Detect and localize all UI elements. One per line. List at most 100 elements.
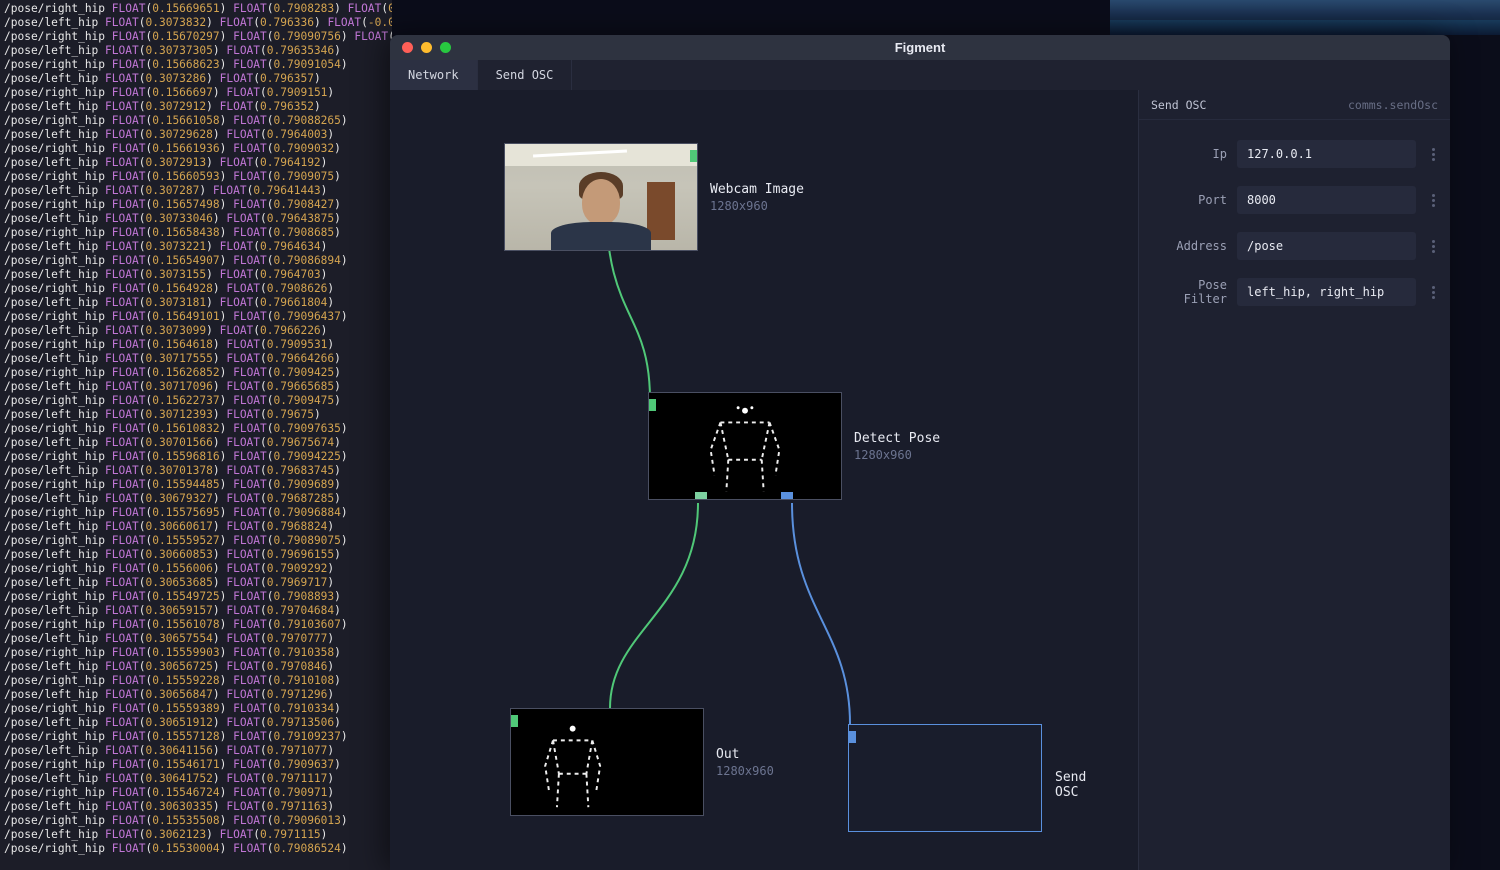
node-dimensions: 1280x960	[716, 764, 774, 778]
tab-network[interactable]: Network	[390, 60, 478, 90]
input-port-icon[interactable]	[648, 399, 656, 411]
log-line: /pose/left_hip FLOAT(0.30653685) FLOAT(0…	[4, 576, 388, 590]
background-wallpaper-fragment	[1110, 0, 1500, 35]
log-line: /pose/right_hip FLOAT(0.15670297) FLOAT(…	[4, 30, 388, 44]
log-line: /pose/left_hip FLOAT(0.30733046) FLOAT(0…	[4, 212, 388, 226]
ip-field[interactable]	[1237, 140, 1416, 168]
log-line: /pose/left_hip FLOAT(0.30701378) FLOAT(0…	[4, 464, 388, 478]
log-line: /pose/right_hip FLOAT(0.15661936) FLOAT(…	[4, 142, 388, 156]
tab-send-osc[interactable]: Send OSC	[478, 60, 573, 90]
node-title: Detect Pose	[854, 431, 940, 446]
log-line: /pose/right_hip FLOAT(0.15557128) FLOAT(…	[4, 730, 388, 744]
log-line: /pose/right_hip FLOAT(0.15661058) FLOAT(…	[4, 114, 388, 128]
log-line: /pose/left_hip FLOAT(0.30660853) FLOAT(0…	[4, 548, 388, 562]
log-line: /pose/right_hip FLOAT(0.15559228) FLOAT(…	[4, 674, 388, 688]
log-line: /pose/left_hip FLOAT(0.30641752) FLOAT(0…	[4, 772, 388, 786]
log-line: /pose/left_hip FLOAT(0.307287) FLOAT(0.7…	[4, 184, 388, 198]
output-port-icon[interactable]	[690, 150, 698, 162]
prop-pose-filter: Pose Filter	[1149, 278, 1440, 306]
log-line: /pose/right_hip FLOAT(0.15535508) FLOAT(…	[4, 814, 388, 828]
inspector-sidebar: Send OSC comms.sendOsc Ip Port Address	[1138, 90, 1450, 870]
log-line: /pose/left_hip FLOAT(0.3073155) FLOAT(0.…	[4, 268, 388, 282]
log-line: /pose/right_hip FLOAT(0.1566697) FLOAT(0…	[4, 86, 388, 100]
log-line: /pose/right_hip FLOAT(0.15559527) FLOAT(…	[4, 534, 388, 548]
titlebar: Figment	[390, 35, 1450, 60]
more-icon[interactable]	[1426, 148, 1440, 161]
prop-port: Port	[1149, 186, 1440, 214]
prop-ip: Ip	[1149, 140, 1440, 168]
tab-bar: Network Send OSC	[390, 60, 1450, 90]
prop-address: Address	[1149, 232, 1440, 260]
log-line: /pose/right_hip FLOAT(0.15669651) FLOAT(…	[4, 2, 388, 16]
log-line: /pose/left_hip FLOAT(0.3073832) FLOAT(0.…	[4, 16, 388, 30]
log-line: /pose/left_hip FLOAT(0.3062123) FLOAT(0.…	[4, 828, 388, 842]
log-line: /pose/left_hip FLOAT(0.3073221) FLOAT(0.…	[4, 240, 388, 254]
node-detect-pose[interactable]: Detect Pose 1280x960	[648, 392, 940, 500]
log-line: /pose/right_hip FLOAT(0.15596816) FLOAT(…	[4, 450, 388, 464]
node-title: Send OSC	[1055, 770, 1086, 800]
pose-filter-field[interactable]	[1237, 278, 1416, 306]
node-dimensions: 1280x960	[710, 199, 804, 213]
log-line: /pose/left_hip FLOAT(0.30651912) FLOAT(0…	[4, 716, 388, 730]
log-line: /pose/left_hip FLOAT(0.30717096) FLOAT(0…	[4, 380, 388, 394]
log-line: /pose/right_hip FLOAT(0.15546171) FLOAT(…	[4, 758, 388, 772]
log-line: /pose/right_hip FLOAT(0.15559389) FLOAT(…	[4, 702, 388, 716]
log-line: /pose/right_hip FLOAT(0.1556006) FLOAT(0…	[4, 562, 388, 576]
log-line: /pose/left_hip FLOAT(0.30712393) FLOAT(0…	[4, 408, 388, 422]
log-line: /pose/left_hip FLOAT(0.30737305) FLOAT(0…	[4, 44, 388, 58]
log-line: /pose/left_hip FLOAT(0.3073099) FLOAT(0.…	[4, 324, 388, 338]
log-line: /pose/left_hip FLOAT(0.30657554) FLOAT(0…	[4, 632, 388, 646]
log-line: /pose/right_hip FLOAT(0.15559903) FLOAT(…	[4, 646, 388, 660]
log-line: /pose/left_hip FLOAT(0.30701566) FLOAT(0…	[4, 436, 388, 450]
input-port-icon[interactable]	[848, 731, 856, 743]
address-field[interactable]	[1237, 232, 1416, 260]
log-line: /pose/left_hip FLOAT(0.3073286) FLOAT(0.…	[4, 72, 388, 86]
log-line: /pose/right_hip FLOAT(0.15668623) FLOAT(…	[4, 58, 388, 72]
log-line: /pose/right_hip FLOAT(0.15660593) FLOAT(…	[4, 170, 388, 184]
log-line: /pose/left_hip FLOAT(0.30660617) FLOAT(0…	[4, 520, 388, 534]
inspector-title: Send OSC	[1151, 98, 1206, 112]
log-line: /pose/right_hip FLOAT(0.15530004) FLOAT(…	[4, 842, 388, 856]
log-line: /pose/right_hip FLOAT(0.15546724) FLOAT(…	[4, 786, 388, 800]
figment-window: Figment Network Send OSC	[390, 35, 1450, 870]
log-line: /pose/right_hip FLOAT(0.15649101) FLOAT(…	[4, 310, 388, 324]
log-line: /pose/left_hip FLOAT(0.30656725) FLOAT(0…	[4, 660, 388, 674]
log-line: /pose/left_hip FLOAT(0.3073181) FLOAT(0.…	[4, 296, 388, 310]
log-line: /pose/right_hip FLOAT(0.15657498) FLOAT(…	[4, 198, 388, 212]
log-line: /pose/right_hip FLOAT(0.15575695) FLOAT(…	[4, 506, 388, 520]
node-graph-canvas[interactable]: Webcam Image 1280x960	[390, 90, 1138, 870]
more-icon[interactable]	[1426, 194, 1440, 207]
node-send-osc[interactable]: Send OSC	[848, 724, 1042, 832]
log-line: /pose/right_hip FLOAT(0.1564618) FLOAT(0…	[4, 338, 388, 352]
log-line: /pose/left_hip FLOAT(0.3072912) FLOAT(0.…	[4, 100, 388, 114]
node-title: Out	[716, 747, 774, 762]
more-icon[interactable]	[1426, 286, 1440, 299]
log-line: /pose/right_hip FLOAT(0.15654907) FLOAT(…	[4, 254, 388, 268]
inspector-type-id: comms.sendOsc	[1348, 98, 1438, 112]
log-line: /pose/left_hip FLOAT(0.30679327) FLOAT(0…	[4, 492, 388, 506]
log-line: /pose/left_hip FLOAT(0.30717555) FLOAT(0…	[4, 352, 388, 366]
input-port-icon[interactable]	[510, 715, 518, 727]
node-title: Webcam Image	[710, 182, 804, 197]
log-line: /pose/left_hip FLOAT(0.30656847) FLOAT(0…	[4, 688, 388, 702]
log-line: /pose/left_hip FLOAT(0.30729628) FLOAT(0…	[4, 128, 388, 142]
output-port-icon[interactable]	[695, 492, 707, 500]
log-line: /pose/right_hip FLOAT(0.15561078) FLOAT(…	[4, 618, 388, 632]
log-line: /pose/right_hip FLOAT(0.15594485) FLOAT(…	[4, 478, 388, 492]
log-line: /pose/left_hip FLOAT(0.3072913) FLOAT(0.…	[4, 156, 388, 170]
more-icon[interactable]	[1426, 240, 1440, 253]
log-line: /pose/right_hip FLOAT(0.15626852) FLOAT(…	[4, 366, 388, 380]
window-title: Figment	[390, 40, 1450, 55]
log-line: /pose/left_hip FLOAT(0.30641156) FLOAT(0…	[4, 744, 388, 758]
node-webcam-image[interactable]: Webcam Image 1280x960	[504, 143, 804, 251]
log-line: /pose/left_hip FLOAT(0.30630335) FLOAT(0…	[4, 800, 388, 814]
node-dimensions: 1280x960	[854, 448, 940, 462]
output-port-icon[interactable]	[781, 492, 793, 500]
log-line: /pose/left_hip FLOAT(0.30659157) FLOAT(0…	[4, 604, 388, 618]
node-out[interactable]: Out 1280x960	[510, 708, 774, 816]
log-line: /pose/right_hip FLOAT(0.15549725) FLOAT(…	[4, 590, 388, 604]
port-field[interactable]	[1237, 186, 1416, 214]
log-line: /pose/right_hip FLOAT(0.15610832) FLOAT(…	[4, 422, 388, 436]
log-line: /pose/right_hip FLOAT(0.15658438) FLOAT(…	[4, 226, 388, 240]
log-line: /pose/right_hip FLOAT(0.15622737) FLOAT(…	[4, 394, 388, 408]
